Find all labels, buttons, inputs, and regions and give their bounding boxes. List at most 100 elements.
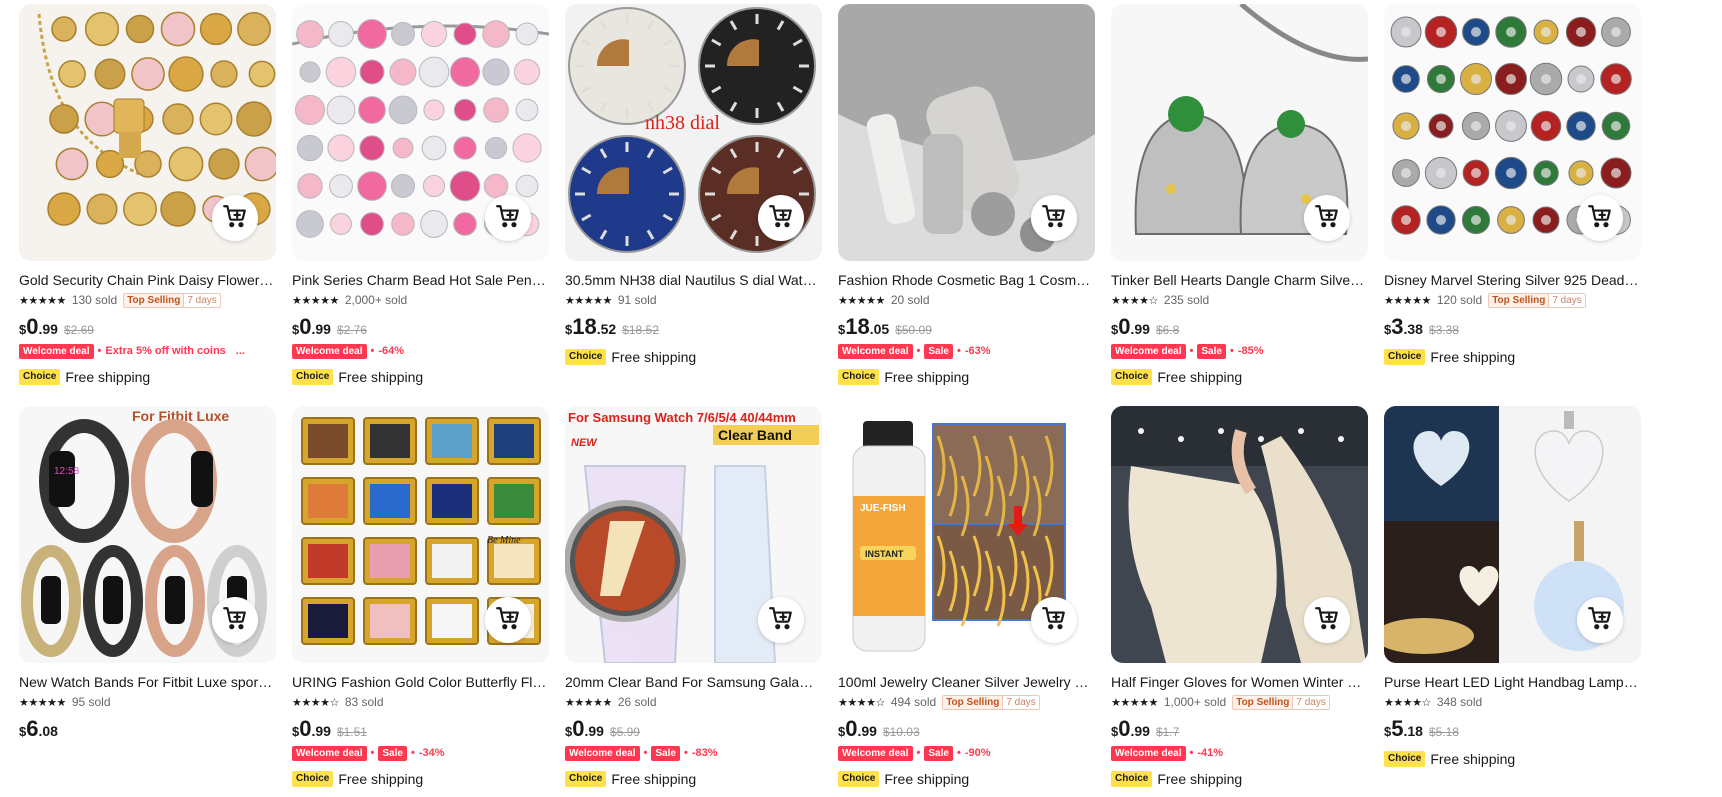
add-to-cart-button[interactable] xyxy=(212,195,258,241)
choice-badge: Choice xyxy=(1111,369,1153,385)
add-to-cart-button[interactable] xyxy=(485,195,531,241)
product-title[interactable]: 30.5mm NH38 dial Nautilus S dial Watch P… xyxy=(565,271,820,289)
product-card[interactable]: Pink Series Charm Bead Hot Sale Pendant ★… xyxy=(292,4,549,406)
price: $18.05 $50.09 xyxy=(838,314,1095,340)
discount-percent: -83% xyxy=(691,747,718,759)
price: $0.99 $6.8 xyxy=(1111,314,1368,340)
add-to-cart-button[interactable] xyxy=(758,597,804,643)
top-selling-badge: Top Selling 7 days xyxy=(1488,292,1586,308)
rating-row: ★★★★★ 95 sold xyxy=(19,694,276,710)
product-title[interactable]: Fashion Rhode Cosmetic Bag 1 Cosmetic Po… xyxy=(838,271,1093,289)
star-rating: ★★★★★ xyxy=(292,294,339,307)
separator-dot: • xyxy=(956,345,961,357)
cleaner-brand: JUE-FISH xyxy=(860,503,906,514)
product-title[interactable]: Gold Security Chain Pink Daisy Flower Ch… xyxy=(19,271,274,289)
product-card[interactable]: Tinker Bell Hearts Dangle Charm Silver B… xyxy=(1111,4,1368,406)
product-image[interactable] xyxy=(1111,4,1368,261)
product-image[interactable]: nh38 dial xyxy=(565,4,822,261)
product-image[interactable] xyxy=(1111,406,1368,663)
discount-percent: -63% xyxy=(964,345,991,357)
welcome-deal-badge: Welcome deal xyxy=(565,745,640,761)
price-integer: 3 xyxy=(1391,314,1404,339)
free-shipping-label: Free shipping xyxy=(1430,349,1516,365)
product-card[interactable]: Half Finger Gloves for Women Winter Knit… xyxy=(1111,406,1368,796)
product-image[interactable]: For Fitbit Luxe 12:58 xyxy=(19,406,276,663)
star-rating: ★★★★★ xyxy=(1111,696,1158,709)
price-integer: 0 xyxy=(299,314,312,339)
add-to-cart-button[interactable] xyxy=(1031,597,1077,643)
price: $3.38 $3.38 xyxy=(1384,314,1641,340)
fitbit-time: 12:58 xyxy=(54,466,79,477)
free-shipping-label: Free shipping xyxy=(1157,771,1243,787)
product-card[interactable]: For Samsung Watch 7/6/5/4 40/44mm Clear B… xyxy=(565,406,822,796)
discount-percent: -34% xyxy=(418,747,445,759)
welcome-deal-badge: Welcome deal xyxy=(1111,343,1186,359)
separator-dot: • xyxy=(643,747,648,759)
sold-count: 348 sold xyxy=(1436,695,1483,709)
discount-percent: -64% xyxy=(378,345,405,357)
add-to-cart-button[interactable] xyxy=(1304,597,1350,643)
price: $5.18 $5.18 xyxy=(1384,716,1641,742)
sold-count: 1,000+ sold xyxy=(1163,695,1227,709)
product-image[interactable]: For Samsung Watch 7/6/5/4 40/44mm Clear B… xyxy=(565,406,822,663)
product-image[interactable]: JUE-FISH INSTANT xyxy=(838,406,1095,663)
separator-dot: • xyxy=(97,345,102,357)
original-price: $18.52 xyxy=(622,323,659,337)
add-to-cart-button[interactable] xyxy=(485,597,531,643)
star-rating: ★★★★☆ xyxy=(1384,696,1431,709)
add-to-cart-button[interactable] xyxy=(1304,195,1350,241)
product-card[interactable]: Be Mine URING Fashion Gold Color Butterfl… xyxy=(292,406,549,796)
shipping-row: Choice Free shipping xyxy=(1384,346,1641,368)
product-image[interactable] xyxy=(1384,4,1641,261)
product-image[interactable] xyxy=(292,4,549,261)
product-card[interactable]: Purse Heart LED Light Handbag Lamp Senso… xyxy=(1384,406,1641,796)
product-image[interactable] xyxy=(838,4,1095,261)
product-title[interactable]: Purse Heart LED Light Handbag Lamp Senso… xyxy=(1384,673,1639,691)
free-shipping-label: Free shipping xyxy=(884,771,970,787)
free-shipping-label: Free shipping xyxy=(338,771,424,787)
price-decimal: .99 xyxy=(1130,321,1150,337)
price-decimal: .99 xyxy=(1130,723,1150,739)
product-image[interactable] xyxy=(1384,406,1641,663)
add-to-cart-button[interactable] xyxy=(1577,597,1623,643)
add-to-cart-icon xyxy=(222,203,248,234)
price-decimal: .99 xyxy=(584,723,604,739)
product-card[interactable]: Fashion Rhode Cosmetic Bag 1 Cosmetic Po… xyxy=(838,4,1095,406)
discount-percent: -90% xyxy=(964,747,991,759)
product-card[interactable]: For Fitbit Luxe 12:58 New Watch Bands For … xyxy=(19,406,276,796)
welcome-deal-badge: Welcome deal xyxy=(292,343,367,359)
add-to-cart-button[interactable] xyxy=(758,195,804,241)
choice-badge: Choice xyxy=(292,771,334,787)
welcome-deal-badge: Welcome deal xyxy=(19,343,94,359)
price: $0.99 $10.03 xyxy=(838,716,1095,742)
product-title[interactable]: 20mm Clear Band For Samsung Galaxy Watch xyxy=(565,673,820,691)
add-to-cart-button[interactable] xyxy=(1577,195,1623,241)
product-title[interactable]: 100ml Jewelry Cleaner Silver Jewelry Cle… xyxy=(838,673,1093,691)
shipping-row: Choice Free shipping xyxy=(292,768,549,790)
product-title[interactable]: New Watch Bands For Fitbit Luxe sport st… xyxy=(19,673,274,691)
add-to-cart-button[interactable] xyxy=(212,597,258,643)
currency-symbol: $ xyxy=(838,724,846,739)
sold-count: 95 sold xyxy=(71,695,111,709)
product-title[interactable]: Tinker Bell Hearts Dangle Charm Silver B… xyxy=(1111,271,1366,289)
product-image[interactable]: Be Mine xyxy=(292,406,549,663)
product-card[interactable]: JUE-FISH INSTANT 100ml Jewelry Cleaner Sil… xyxy=(838,406,1095,796)
product-title[interactable]: Half Finger Gloves for Women Winter Knit… xyxy=(1111,673,1366,691)
star-rating: ★★★★★ xyxy=(19,294,66,307)
star-rating: ★★★★★ xyxy=(1384,294,1431,307)
add-to-cart-icon xyxy=(1041,605,1067,636)
shipping-row: Choice Free shipping xyxy=(1111,366,1368,388)
product-card[interactable]: Disney Marvel Stering Silver 925 Deadpoo… xyxy=(1384,4,1641,406)
product-card[interactable]: Gold Security Chain Pink Daisy Flower Ch… xyxy=(19,4,276,406)
italian-charm-caption: Be Mine xyxy=(487,535,521,546)
product-title[interactable]: URING Fashion Gold Color Butterfly Flowe… xyxy=(292,673,547,691)
sale-badge: Sale xyxy=(924,343,953,359)
original-price: $2.69 xyxy=(63,323,94,337)
add-to-cart-button[interactable] xyxy=(1031,195,1077,241)
product-title[interactable]: Pink Series Charm Bead Hot Sale Pendant xyxy=(292,271,547,289)
price: $0.99 $2.69 xyxy=(19,314,276,340)
product-card[interactable]: nh38 dial 30.5mm NH38 dial Nautilus S dia… xyxy=(565,4,822,406)
product-title[interactable]: Disney Marvel Stering Silver 925 Deadpoo… xyxy=(1384,271,1639,289)
original-price: $3.38 xyxy=(1428,323,1459,337)
product-image[interactable] xyxy=(19,4,276,261)
